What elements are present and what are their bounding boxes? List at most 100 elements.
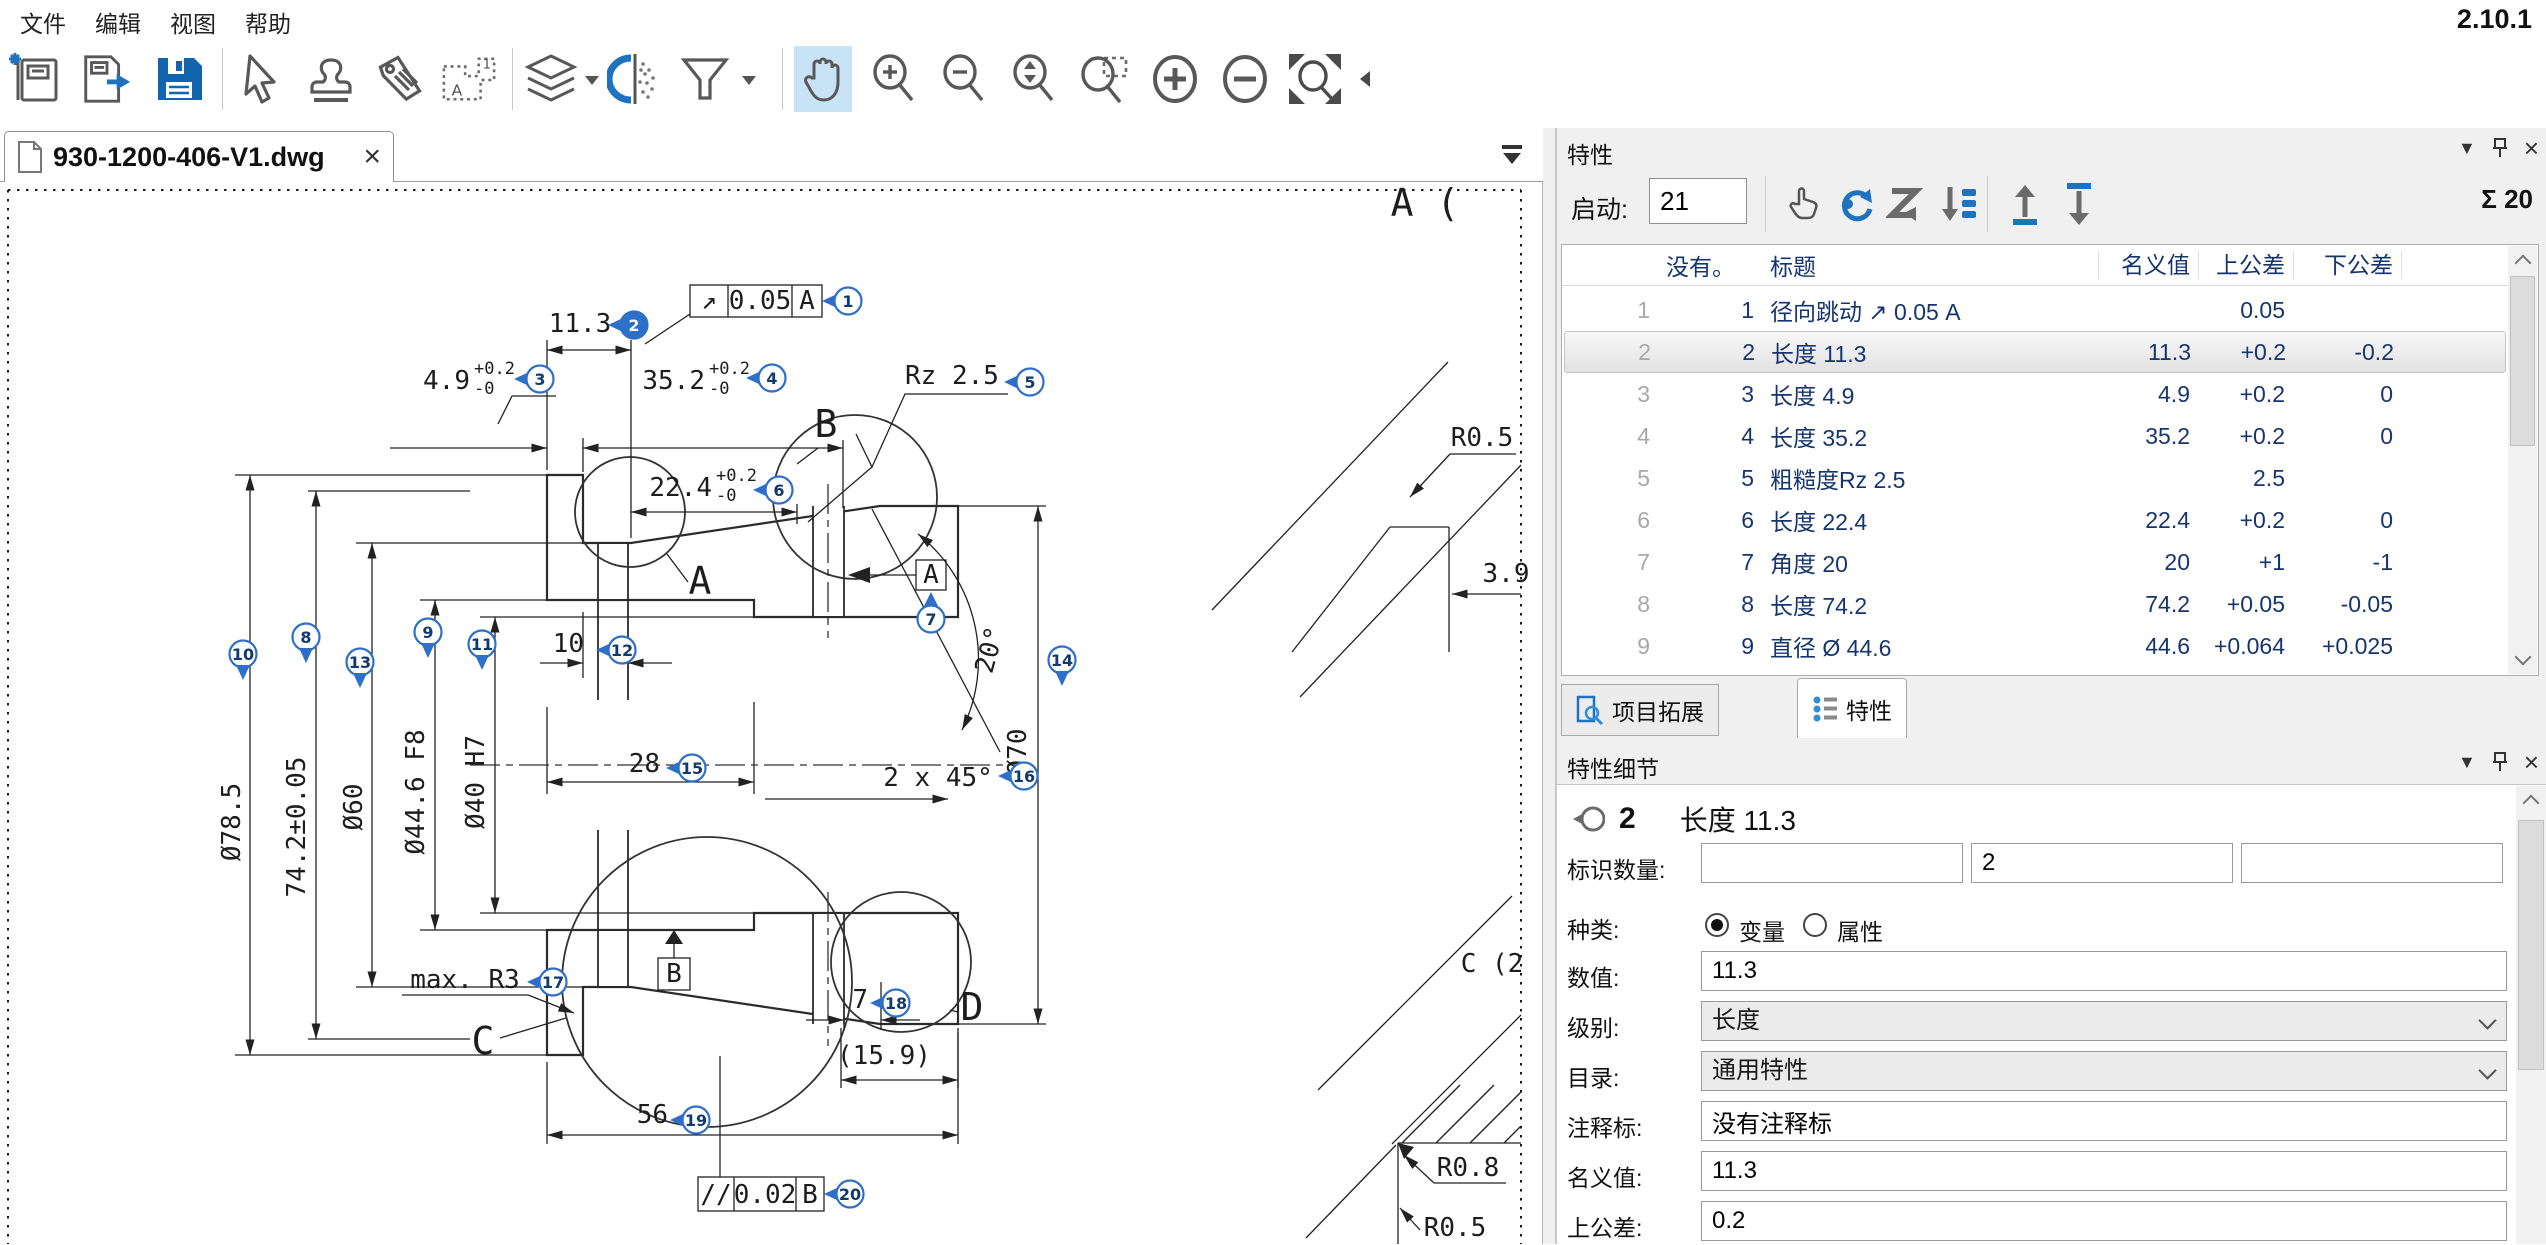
balloon-3[interactable]: 3 <box>514 366 554 393</box>
column-header-nominal[interactable]: 名义值 <box>2098 251 2198 279</box>
details-scrollbar[interactable] <box>2516 786 2546 1244</box>
zoom-window-button[interactable] <box>1074 46 1132 112</box>
scroll-down-button[interactable] <box>2508 646 2537 674</box>
tab-list-menu-button[interactable] <box>1495 138 1529 172</box>
catalog-dropdown[interactable]: 通用特性 <box>1701 1051 2507 1091</box>
radio-attribute-label[interactable]: 属性 <box>1837 913 1883 947</box>
balloon-13[interactable]: 13 <box>347 649 374 689</box>
zoom-dynamic-button[interactable] <box>1004 46 1062 112</box>
project-expand-icon <box>1576 695 1604 725</box>
table-row[interactable]: 11径向跳动 ↗ 0.05 A0.05 <box>1564 289 2506 331</box>
balloon-1[interactable]: 1 <box>822 288 862 315</box>
document-tab[interactable]: 930-1200-406-V1.dwg × <box>4 131 394 182</box>
stamp-button[interactable] <box>302 46 360 112</box>
balloon-7[interactable]: 7 <box>918 592 945 633</box>
tag-button[interactable] <box>372 46 430 112</box>
table-scrollbar[interactable] <box>2508 246 2537 674</box>
radio-variable-label[interactable]: 变量 <box>1739 913 1785 947</box>
panel-menu-icon[interactable]: ▼ <box>2458 138 2476 159</box>
tab-close-button[interactable]: × <box>363 142 381 172</box>
balloon-11[interactable]: 11 <box>469 631 496 671</box>
scrollbar-thumb[interactable] <box>2510 276 2535 446</box>
balloon-17[interactable]: 17 <box>527 969 567 996</box>
annotation-input[interactable] <box>1701 1101 2507 1141</box>
pin-icon[interactable] <box>2492 751 2508 773</box>
new-document-button[interactable] <box>6 46 64 112</box>
id-count-input-1[interactable] <box>1701 843 1963 883</box>
tab-properties[interactable]: 特性 <box>1797 678 1907 738</box>
filter-button[interactable] <box>676 46 734 112</box>
column-header-no[interactable]: 没有。 <box>1658 248 1762 282</box>
menu-file[interactable]: 文件 <box>20 5 66 39</box>
open-document-button[interactable] <box>78 46 136 112</box>
surface-finish-rz: Rz 2.5 <box>808 361 1008 522</box>
hand-pointer-icon[interactable] <box>1779 178 1831 230</box>
upper-tolerance-input[interactable] <box>1701 1201 2507 1241</box>
decrease-button[interactable] <box>1216 46 1274 112</box>
zoom-out-button[interactable] <box>934 46 992 112</box>
value-input[interactable] <box>1701 951 2507 991</box>
radio-attribute[interactable] <box>1803 913 1827 937</box>
close-panel-icon[interactable]: × <box>2524 135 2539 161</box>
menu-help[interactable]: 帮助 <box>245 5 291 39</box>
balloon-19[interactable]: 19 <box>670 1107 710 1134</box>
move-down-icon[interactable] <box>2053 178 2105 230</box>
panel-splitter[interactable] <box>1543 128 1556 1244</box>
balloon-9[interactable]: 9 <box>415 619 442 659</box>
cursor-select-button[interactable] <box>232 46 290 112</box>
zoom-fit-button[interactable] <box>1286 46 1344 112</box>
move-up-icon[interactable] <box>1999 178 2051 230</box>
class-dropdown[interactable]: 长度 <box>1701 1001 2507 1041</box>
pin-icon[interactable] <box>2492 137 2508 159</box>
column-header-upper[interactable]: 上公差 <box>2198 251 2293 279</box>
id-count-input-2[interactable] <box>1971 843 2233 883</box>
menu-edit[interactable]: 编辑 <box>95 5 141 39</box>
drawing-canvas[interactable]: A B C D ↗ 0.05 A 11.3 <box>0 182 1543 1244</box>
start-input[interactable] <box>1649 178 1747 224</box>
table-row-selected[interactable]: 22长度 11.311.3+0.2-0.2 <box>1564 331 2506 373</box>
layers-dropdown-icon[interactable] <box>585 76 599 85</box>
select-region-button[interactable]: A1 <box>440 46 498 112</box>
pan-hand-button[interactable] <box>794 46 852 112</box>
menu-view[interactable]: 视图 <box>170 5 216 39</box>
layers-button[interactable] <box>522 46 580 112</box>
filter-dropdown-icon[interactable] <box>742 76 756 85</box>
scroll-up-button[interactable] <box>2508 246 2537 274</box>
panel-menu-icon[interactable]: ▼ <box>2458 752 2476 773</box>
scrollbar-thumb[interactable] <box>2518 820 2544 1070</box>
table-row[interactable]: 66长度 22.422.4+0.20 <box>1564 499 2506 541</box>
apply-list-icon[interactable] <box>1933 178 1985 230</box>
balloon-18[interactable]: 18 <box>870 990 910 1017</box>
balloon-6[interactable]: 6 <box>753 477 793 504</box>
balloon-2-selected[interactable]: 2 <box>608 312 648 339</box>
mirror-view-button[interactable] <box>606 46 664 112</box>
table-row[interactable]: 88长度 74.274.2+0.05-0.05 <box>1564 583 2506 625</box>
balloon-12[interactable]: 12 <box>596 637 636 664</box>
nominal-input[interactable] <box>1701 1151 2507 1191</box>
table-row[interactable]: 55粗糙度Rz 2.52.5 <box>1564 457 2506 499</box>
balloon-4[interactable]: 4 <box>746 365 786 392</box>
close-panel-icon[interactable]: × <box>2524 749 2539 775</box>
balloon-14[interactable]: 14 <box>1049 647 1076 687</box>
balloon-20[interactable]: 20 <box>824 1181 864 1208</box>
balloon-10[interactable]: 10 <box>230 641 257 681</box>
column-header-title[interactable]: 标题 <box>1762 248 2098 282</box>
refresh-icon[interactable] <box>1829 178 1881 230</box>
save-button[interactable] <box>150 46 208 112</box>
balloon-5[interactable]: 5 <box>1004 369 1044 396</box>
scroll-up-button[interactable] <box>2516 786 2546 814</box>
radio-variable[interactable] <box>1705 913 1729 937</box>
table-row[interactable]: 99直径 Ø 44.644.6+0.064+0.025 <box>1564 625 2506 667</box>
zoom-in-button[interactable] <box>864 46 922 112</box>
column-header-lower[interactable]: 下公差 <box>2293 251 2401 279</box>
tab-project-expand[interactable]: 项目拓展 <box>1561 684 1719 736</box>
table-row[interactable]: 33长度 4.94.9+0.20 <box>1564 373 2506 415</box>
z-order-icon[interactable] <box>1881 178 1933 230</box>
increase-button[interactable] <box>1146 46 1204 112</box>
id-count-input-3[interactable] <box>2241 843 2503 883</box>
table-row[interactable]: 44长度 35.235.2+0.20 <box>1564 415 2506 457</box>
table-row[interactable]: 77角度 2020+1-1 <box>1564 541 2506 583</box>
svg-text:56: 56 <box>637 1100 668 1130</box>
balloon-15[interactable]: 15 <box>666 755 706 782</box>
collapse-toolbar-button[interactable] <box>1352 46 1378 112</box>
